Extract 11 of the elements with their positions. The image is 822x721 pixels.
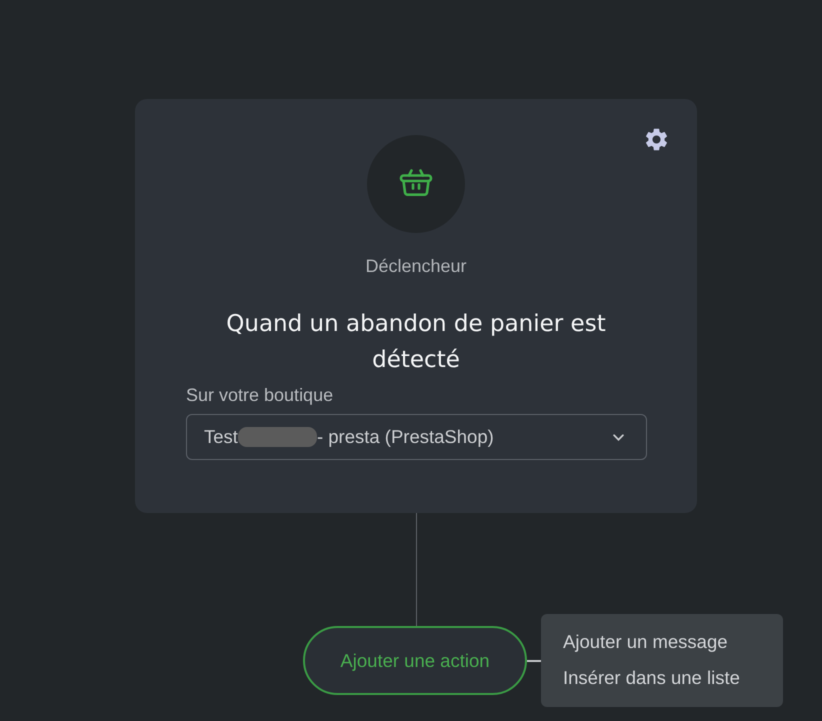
shop-select[interactable]: Test - presta (PrestaShop) [186, 414, 647, 460]
chevron-down-icon [613, 434, 624, 440]
shop-field-label: Sur votre boutique [186, 384, 334, 406]
trigger-title: Quand un abandon de panier est détecté [225, 310, 607, 375]
connector-line [527, 660, 541, 662]
settings-icon[interactable] [643, 126, 670, 153]
trigger-label: Déclencheur [365, 255, 467, 277]
menu-item[interactable]: Ajouter un message [563, 631, 728, 653]
add-action-button[interactable]: Ajouter une action [303, 626, 527, 695]
basket-icon [367, 135, 465, 233]
menu-item[interactable]: Insérer dans une liste [563, 667, 740, 689]
